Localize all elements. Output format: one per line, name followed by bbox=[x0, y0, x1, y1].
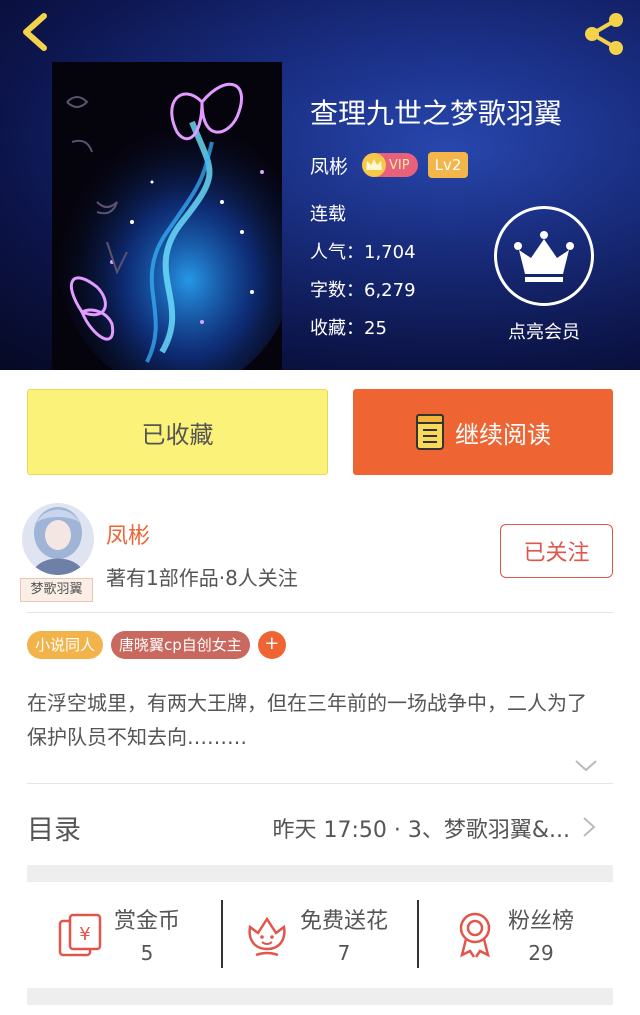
toc-title[interactable]: 目录 bbox=[27, 808, 81, 847]
toc-latest-chapter[interactable]: 昨天 17:50 · 3、梦歌羽翼&... bbox=[272, 812, 570, 844]
section-separator bbox=[27, 988, 613, 1005]
book-header: 查理九世之梦歌羽翼 凤彬 VIP Lv2 连载 人气：1,704 字数：6,27… bbox=[0, 0, 640, 370]
member-button[interactable] bbox=[494, 206, 594, 306]
book-cover[interactable] bbox=[52, 62, 282, 370]
divider bbox=[27, 783, 613, 784]
author-info: 著有1部作品·8人关注 bbox=[106, 566, 298, 590]
author-name[interactable]: 凤彬 bbox=[106, 518, 150, 550]
book-favorites: 收藏：25 bbox=[310, 318, 387, 339]
svg-text:¥: ¥ bbox=[79, 924, 90, 945]
stat-label: 免费送花 bbox=[300, 909, 389, 934]
section-separator bbox=[27, 865, 613, 882]
tag-list: 小说同人 唐晓翼cp自创女主 + bbox=[27, 631, 286, 659]
book-icon bbox=[416, 414, 444, 450]
stat-value: 5 bbox=[140, 941, 154, 965]
chevron-down-icon bbox=[575, 760, 597, 772]
stat-label: 粉丝榜 bbox=[508, 909, 575, 934]
expand-button[interactable] bbox=[572, 755, 600, 777]
stat-label: 赏金币 bbox=[114, 909, 181, 934]
avatar-image bbox=[22, 503, 94, 575]
book-title: 查理九世之梦歌羽翼 bbox=[310, 97, 563, 130]
tag-item[interactable]: 唐晓翼cp自创女主 bbox=[111, 631, 250, 659]
avatar-tag: 梦歌羽翼 bbox=[20, 578, 93, 602]
continue-reading-button[interactable]: 继续阅读 bbox=[353, 389, 613, 475]
reward-coins-button[interactable]: ¥ 赏金币 5 bbox=[56, 898, 180, 970]
follow-button[interactable]: 已关注 bbox=[500, 524, 613, 578]
member-label[interactable]: 点亮会员 bbox=[470, 318, 618, 344]
continue-reading-label: 继续阅读 bbox=[455, 420, 551, 449]
crown-icon bbox=[514, 231, 574, 282]
collected-button[interactable]: 已收藏 bbox=[27, 389, 328, 475]
synopsis[interactable]: 在浮空城里，有两大王牌，但在三年前的一场战争中，二人为了保护队员不知去向……… bbox=[27, 686, 597, 754]
header-author-name[interactable]: 凤彬 bbox=[310, 152, 348, 179]
divider bbox=[221, 900, 223, 968]
share-button[interactable] bbox=[580, 10, 628, 58]
vip-label: VIP bbox=[389, 157, 410, 173]
fan-ranking-button[interactable]: 粉丝榜 29 bbox=[450, 898, 574, 970]
add-tag-button[interactable]: + bbox=[257, 631, 286, 659]
red-envelope-icon: ¥ bbox=[58, 913, 102, 957]
cover-artwork bbox=[52, 62, 282, 370]
book-status: 连载 bbox=[310, 204, 346, 225]
divider bbox=[417, 900, 419, 968]
header-author-row: 凤彬 VIP Lv2 bbox=[310, 150, 469, 180]
tag-item[interactable]: 小说同人 bbox=[27, 631, 104, 659]
divider bbox=[27, 612, 613, 613]
level-badge: Lv2 bbox=[427, 152, 469, 178]
vip-badge[interactable]: VIP bbox=[362, 153, 418, 177]
avatar[interactable] bbox=[22, 503, 94, 575]
book-popularity: 人气：1,704 bbox=[310, 242, 416, 263]
back-button[interactable] bbox=[14, 10, 58, 54]
flower-icon bbox=[248, 916, 286, 957]
stat-value: 29 bbox=[528, 941, 554, 965]
crown-icon bbox=[362, 153, 387, 177]
share-icon bbox=[585, 13, 623, 55]
book-word-count: 字数：6,279 bbox=[310, 280, 416, 301]
chevron-left-icon bbox=[23, 13, 47, 51]
chevron-right-icon[interactable] bbox=[578, 814, 600, 840]
medal-icon bbox=[459, 912, 491, 958]
send-flower-button[interactable]: 免费送花 7 bbox=[242, 898, 388, 970]
stat-value: 7 bbox=[337, 941, 351, 965]
